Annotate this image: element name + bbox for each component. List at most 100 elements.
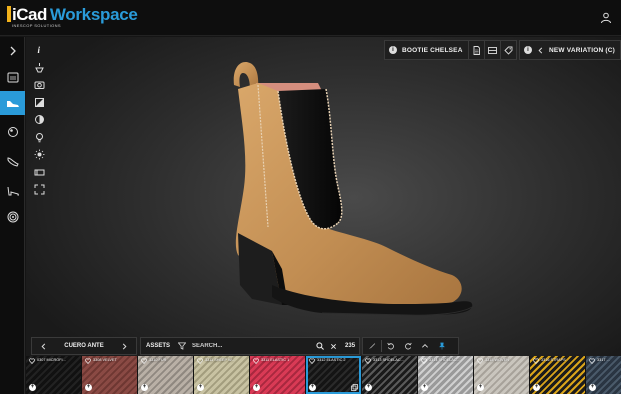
- material-swatch[interactable]: 3311 ELASTIC 1 +: [250, 356, 305, 394]
- material-swatch[interactable]: 3312 ELASTIC 2 +: [306, 356, 361, 394]
- material-swatch[interactable]: 3308 VELVET +: [82, 356, 137, 394]
- brush-icon[interactable]: [368, 342, 376, 350]
- model-toolbar: i BOOTIE CHELSEA: [384, 40, 517, 60]
- heel-icon[interactable]: [0, 179, 25, 203]
- apply-material-icon[interactable]: +: [421, 384, 428, 391]
- layout-icon[interactable]: [484, 41, 500, 59]
- material-label: 3311 ELASTIC 1: [261, 358, 290, 362]
- light-bulb-icon[interactable]: [30, 129, 48, 146]
- material-swatch[interactable]: 3313 SHOELAC... +: [362, 356, 417, 394]
- last-mould-icon[interactable]: [0, 65, 25, 89]
- material-label: 3315 WOVEN: [485, 358, 509, 362]
- material-category-bar: CUERO ANTE: [31, 337, 137, 355]
- material-swatch[interactable]: 3310 FUR +: [138, 356, 193, 394]
- apply-material-icon[interactable]: +: [589, 384, 596, 391]
- contrast-icon[interactable]: [30, 111, 48, 128]
- pattern-icon[interactable]: [0, 120, 25, 144]
- assets-search-bar: ASSETS 235: [140, 337, 360, 355]
- material-label: 3313 SHOELAC...: [373, 358, 404, 362]
- logo-subtitle: INESCOP SOLUTIONS: [12, 23, 61, 28]
- apply-material-icon[interactable]: +: [365, 384, 372, 391]
- fullscreen-icon[interactable]: [30, 181, 48, 198]
- category-next-icon[interactable]: [121, 343, 128, 350]
- material-swatch[interactable]: 3316 STRAPS +: [530, 356, 585, 394]
- variation-label[interactable]: NEW VARIATION (C): [549, 47, 615, 54]
- logo-secondary: Workspace: [49, 5, 138, 24]
- sole-icon[interactable]: [0, 149, 25, 173]
- material-label: 3311 SHEEP W...: [205, 358, 235, 362]
- apply-material-icon[interactable]: +: [309, 384, 316, 391]
- tag-icon[interactable]: [500, 41, 516, 59]
- model-name-label[interactable]: BOOTIE CHELSEA: [402, 47, 468, 54]
- sun-icon[interactable]: [30, 146, 48, 163]
- favorite-heart-icon[interactable]: [309, 358, 315, 364]
- svg-text:i: i: [37, 45, 40, 55]
- material-label: 3314 SHOELAC...: [429, 358, 460, 362]
- category-prev-icon[interactable]: [40, 343, 47, 350]
- variation-toolbar: i NEW VARIATION (C): [519, 40, 621, 60]
- search-icon[interactable]: [316, 342, 324, 350]
- favorite-heart-icon[interactable]: [589, 358, 595, 364]
- material-swatch[interactable]: 3317 ... +: [586, 356, 621, 394]
- clear-search-icon[interactable]: [330, 343, 337, 350]
- material-swatch[interactable]: 0307 MICROFI... +: [26, 356, 81, 394]
- variation-info-icon[interactable]: i: [524, 46, 532, 54]
- app-logo[interactable]: iCad Workspace INESCOP SOLUTIONS: [7, 6, 138, 30]
- favorite-heart-icon[interactable]: [29, 358, 35, 364]
- assets-tab[interactable]: ASSETS: [146, 343, 170, 349]
- user-icon[interactable]: [600, 12, 612, 24]
- favorite-heart-icon[interactable]: [421, 358, 427, 364]
- favorite-heart-icon[interactable]: [197, 358, 203, 364]
- apply-material-icon[interactable]: +: [29, 384, 36, 391]
- material-swatch[interactable]: 3311 SHEEP W... +: [194, 356, 249, 394]
- favorite-heart-icon[interactable]: [253, 358, 259, 364]
- materials-strip: 0307 MICROFI... +3308 VELVET +3310 FUR +331…: [26, 356, 621, 394]
- material-swatch[interactable]: 3315 WOVEN +: [474, 356, 529, 394]
- favorite-heart-icon[interactable]: [85, 358, 91, 364]
- apply-material-icon[interactable]: +: [533, 384, 540, 391]
- camera-icon[interactable]: [30, 76, 48, 93]
- view-tools: i: [30, 41, 48, 199]
- info-icon[interactable]: i: [30, 41, 48, 58]
- app-header: iCad Workspace INESCOP SOLUTIONS: [0, 0, 621, 36]
- logo-primary: iCad: [7, 6, 47, 24]
- apply-material-icon[interactable]: +: [253, 384, 260, 391]
- target-icon[interactable]: [0, 205, 25, 229]
- material-label: 3312 ELASTIC 2: [317, 358, 346, 362]
- search-input[interactable]: [192, 343, 313, 349]
- panel-icon[interactable]: [30, 164, 48, 181]
- shoe-design-icon[interactable]: [0, 91, 25, 115]
- favorite-heart-icon[interactable]: [533, 358, 539, 364]
- edit-tools-bar: [362, 337, 459, 355]
- apply-material-icon[interactable]: +: [197, 384, 204, 391]
- boot-model[interactable]: [26, 37, 621, 337]
- apply-material-icon[interactable]: +: [477, 384, 484, 391]
- results-count: 235: [345, 343, 356, 349]
- model-info-icon[interactable]: i: [389, 46, 397, 54]
- material-swatch[interactable]: 3314 SHOELAC... +: [418, 356, 473, 394]
- material-label: 3317 ...: [597, 358, 610, 362]
- copy-icon[interactable]: [351, 384, 358, 391]
- material-category-label[interactable]: CUERO ANTE: [47, 343, 121, 349]
- favorite-heart-icon[interactable]: [477, 358, 483, 364]
- apply-material-icon[interactable]: +: [141, 384, 148, 391]
- material-label: 3310 FUR: [149, 358, 167, 362]
- lighting-icon[interactable]: [30, 59, 48, 76]
- material-label: 0307 MICROFI...: [37, 358, 66, 362]
- color-mode-icon[interactable]: [30, 94, 48, 111]
- filter-icon[interactable]: [178, 342, 187, 350]
- chevron-up-icon[interactable]: [421, 342, 429, 350]
- favorite-heart-icon[interactable]: [365, 358, 371, 364]
- logo-primary-text: iCad: [12, 5, 47, 24]
- material-label: 3308 VELVET: [93, 358, 117, 362]
- left-rail: [0, 37, 25, 394]
- redo-icon[interactable]: [404, 342, 412, 350]
- favorite-heart-icon[interactable]: [141, 358, 147, 364]
- apply-material-icon[interactable]: +: [85, 384, 92, 391]
- expand-icon[interactable]: [0, 39, 25, 63]
- material-label: 3316 STRAPS: [541, 358, 566, 362]
- undo-icon[interactable]: [387, 342, 395, 350]
- pin-icon[interactable]: [438, 342, 446, 350]
- document-icon[interactable]: [468, 41, 484, 59]
- chevron-left-icon[interactable]: [537, 47, 544, 54]
